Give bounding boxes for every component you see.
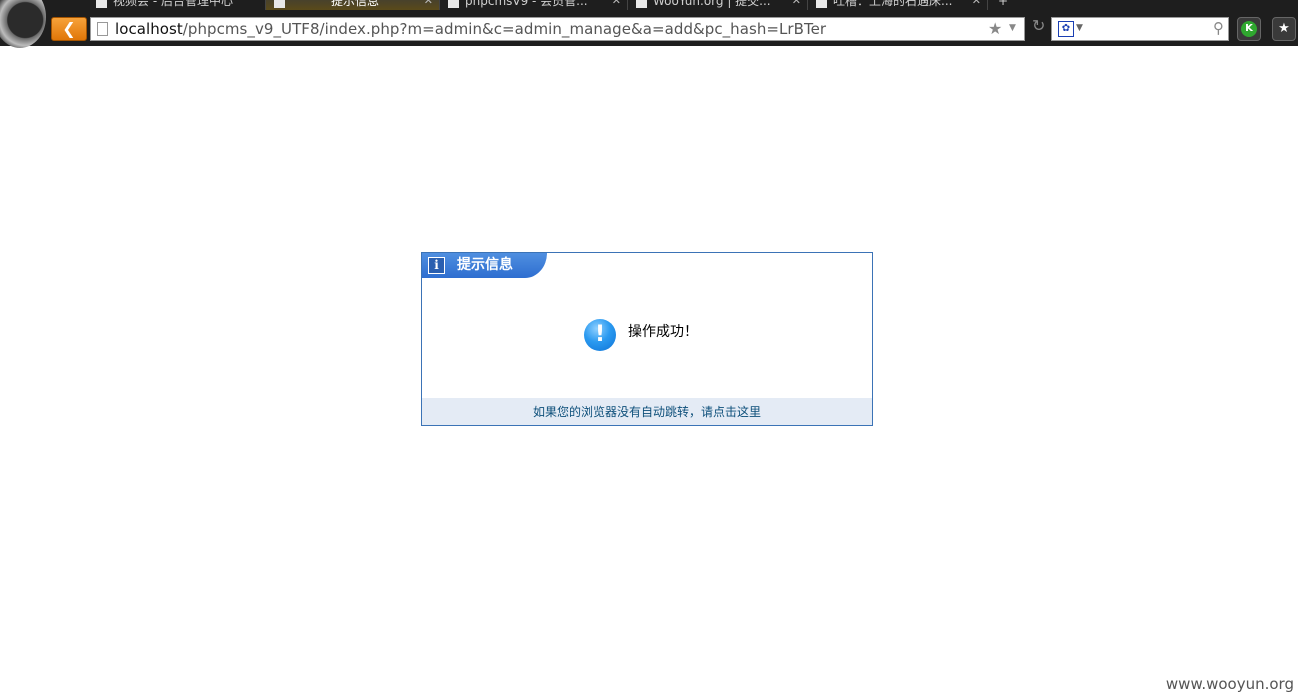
tab-label: 吐槽：上海的石遇床...	[833, 0, 953, 8]
tab-prompt-info[interactable]: 提示信息 ✕	[266, 0, 440, 10]
browser-logo-icon[interactable]	[0, 0, 46, 48]
extension-k-button[interactable]: K	[1237, 17, 1261, 41]
watermark: www.wooyun.org	[1165, 675, 1294, 693]
url-text: localhost/phpcms_v9_UTF8/index.php?m=adm…	[115, 20, 826, 38]
page-icon	[448, 0, 459, 8]
browser-chrome: 视频会 - 后台管理中心 提示信息 ✕ phpcmsV9 - 会员管... ✕ …	[0, 0, 1298, 48]
page-icon	[96, 0, 107, 8]
extension-k-label: K	[1241, 21, 1257, 37]
tab-tucao[interactable]: 吐槽：上海的石遇床... ✕	[808, 0, 988, 10]
message-footer: 如果您的浏览器没有自动跳转，请点击这里	[422, 398, 872, 425]
tab-strip: 视频会 - 后台管理中心 提示信息 ✕ phpcmsV9 - 会员管... ✕ …	[48, 0, 1298, 11]
bookmark-star-icon[interactable]: ★	[988, 19, 1002, 38]
message-box: i 提示信息 ! 操作成功！ 如果您的浏览器没有自动跳转，请点击这里	[421, 252, 873, 426]
page-icon	[97, 22, 108, 36]
close-icon[interactable]: ✕	[424, 0, 433, 10]
search-input[interactable]: ✿ ▼ ⚲	[1051, 17, 1229, 41]
page-icon	[816, 0, 827, 8]
tab-label: 提示信息	[331, 0, 380, 8]
tab-label: 视频会 - 后台管理中心	[113, 0, 233, 8]
chevron-down-icon[interactable]: ▼	[1009, 23, 1016, 33]
url-path: /phpcms_v9_UTF8/index.php?m=admin&c=admi…	[182, 20, 827, 38]
new-tab-button[interactable]: +	[990, 0, 1020, 10]
url-host: localhost	[115, 20, 183, 38]
page-icon	[274, 0, 285, 8]
tab-wooyun[interactable]: WooYun.org | 提交... ✕	[628, 0, 808, 10]
redirect-link[interactable]: 如果您的浏览器没有自动跳转，请点击这里	[533, 405, 761, 419]
search-icon[interactable]: ⚲	[1213, 19, 1224, 37]
search-engine-icon[interactable]: ✿	[1058, 21, 1074, 37]
navigation-toolbar: ❮ localhost/phpcms_v9_UTF8/index.php?m=a…	[48, 15, 1298, 43]
message-title-bar: i 提示信息	[422, 253, 547, 278]
close-icon[interactable]: ✕	[612, 0, 621, 10]
message-text: 操作成功！	[628, 324, 698, 340]
tab-label: phpcmsV9 - 会员管...	[465, 0, 588, 8]
address-bar[interactable]: localhost/phpcms_v9_UTF8/index.php?m=adm…	[90, 17, 1025, 41]
reload-icon[interactable]: ↻	[1032, 16, 1045, 35]
new-tab-label: +	[998, 0, 1009, 8]
favorites-star-button[interactable]: ★	[1272, 17, 1296, 41]
page-icon	[636, 0, 647, 8]
close-icon[interactable]: ✕	[792, 0, 801, 10]
tab-phpcms[interactable]: phpcmsV9 - 会员管... ✕	[440, 0, 628, 10]
message-title: 提示信息	[457, 257, 513, 273]
exclamation-icon: !	[584, 319, 616, 351]
chevron-down-icon[interactable]: ▼	[1076, 23, 1083, 33]
info-icon: i	[428, 257, 445, 274]
back-button[interactable]: ❮	[51, 17, 87, 41]
close-icon[interactable]: ✕	[972, 0, 981, 10]
tab-admin-center[interactable]: 视频会 - 后台管理中心	[88, 0, 266, 10]
tab-label: WooYun.org | 提交...	[653, 0, 771, 8]
